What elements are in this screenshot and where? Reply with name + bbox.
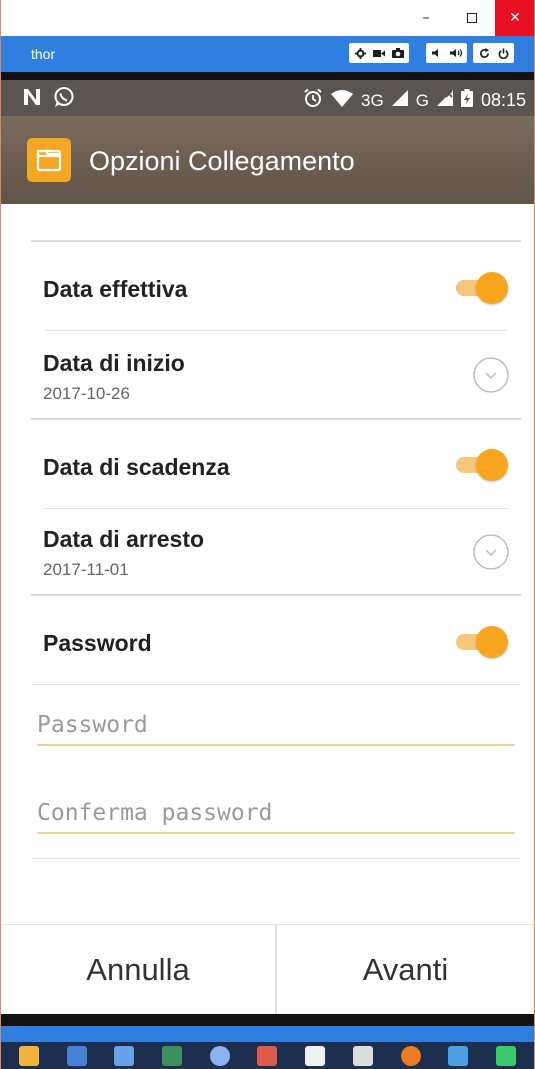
toggle-knob	[476, 449, 508, 481]
stop-date-picker-icon[interactable]	[472, 533, 510, 571]
taskbar-app-icon[interactable]	[400, 1045, 421, 1066]
taskbar-app-icon[interactable]	[496, 1045, 517, 1066]
row-divider	[31, 684, 521, 685]
start-date-picker-icon[interactable]	[472, 356, 510, 394]
camera-icon[interactable]	[390, 46, 406, 60]
password-toggle[interactable]	[456, 626, 508, 658]
stop-date-value: 2017-11-01	[43, 560, 129, 579]
stop-date-label: Data di arresto	[43, 526, 205, 552]
signal-roaming-icon	[436, 90, 453, 111]
close-button[interactable]: ✕	[495, 0, 534, 36]
video-icon[interactable]	[371, 46, 387, 60]
battery-icon	[460, 89, 473, 112]
device-tools-group	[473, 43, 514, 63]
whatsapp-icon	[53, 86, 75, 113]
password-input[interactable]	[37, 712, 515, 746]
taskbar-app-icon[interactable]	[448, 1045, 469, 1066]
minimize-button[interactable]: –	[403, 0, 449, 36]
power-icon[interactable]	[495, 46, 511, 60]
page-title: Opzioni Collegamento	[89, 146, 355, 176]
toggle-knob	[476, 272, 508, 304]
calculator-icon[interactable]	[352, 1045, 373, 1066]
taskbar-app-icon[interactable]	[114, 1045, 135, 1066]
taskbar	[1, 1042, 534, 1069]
expiry-date-label: Data di scadenza	[43, 454, 230, 480]
clock: 08:15	[480, 90, 526, 110]
volume-up-icon[interactable]	[448, 46, 464, 60]
taskbar-app-icon[interactable]	[162, 1045, 183, 1066]
taskbar-app-icon[interactable]	[209, 1045, 230, 1066]
expiry-date-toggle[interactable]	[456, 449, 508, 481]
android-status-bar: 3G G 08:15	[1, 80, 534, 116]
emulator-bezel-top	[1, 72, 534, 80]
window-titlebar: – ✕	[1, 0, 534, 36]
options-form: Data effettiva Data di inizio 2017-10-26…	[1, 204, 534, 924]
toggle-knob	[476, 626, 508, 658]
app-bar: Opzioni Collegamento	[1, 116, 534, 204]
volume-down-icon[interactable]	[429, 46, 445, 60]
emulator-bottom-strip	[1, 1026, 534, 1042]
effective-date-label: Data effettiva	[43, 276, 188, 302]
maximize-icon	[467, 13, 477, 23]
row-divider	[31, 858, 521, 859]
section-divider	[31, 240, 521, 242]
signal-icon	[391, 90, 408, 111]
row-divider	[43, 508, 509, 509]
effective-date-toggle[interactable]	[456, 272, 508, 304]
minimize-icon: –	[422, 10, 430, 26]
folder-icon	[27, 138, 71, 182]
rotate-icon[interactable]	[476, 46, 492, 60]
wifi-icon	[331, 89, 354, 112]
network-type-g: G	[415, 90, 429, 110]
section-divider	[31, 418, 521, 420]
emulator-name: thor	[31, 46, 56, 62]
settings-icon[interactable]	[352, 46, 368, 60]
emulator-toolbar: thor	[1, 36, 534, 72]
notification-icons	[23, 86, 75, 113]
row-divider	[43, 330, 509, 331]
volume-tools-group	[426, 43, 467, 63]
close-icon: ✕	[509, 10, 521, 26]
cancel-button[interactable]: Annulla	[1, 925, 277, 1015]
taskbar-app-icon[interactable]	[66, 1045, 87, 1066]
emulator-bezel-bottom	[1, 1014, 534, 1026]
system-icons: 3G G 08:15	[303, 88, 526, 113]
confirm-password-input[interactable]	[37, 800, 515, 834]
taskbar-app-icon[interactable]	[18, 1045, 39, 1066]
maximize-button[interactable]	[449, 0, 495, 36]
next-button[interactable]: Avanti	[277, 925, 534, 1015]
password-label: Password	[43, 630, 152, 656]
emulator-window: – ✕ thor 3G G 08:15 Opzioni Collegamento…	[0, 0, 535, 1069]
network-type-3g: 3G	[361, 90, 384, 110]
start-date-label: Data di inizio	[43, 350, 185, 376]
emulator-tools-group	[349, 43, 409, 63]
taskbar-app-icon[interactable]	[257, 1045, 278, 1066]
action-bar: Annulla Avanti	[1, 924, 534, 1015]
taskbar-app-icon[interactable]	[305, 1045, 326, 1066]
nfc-n-icon	[23, 88, 41, 111]
start-date-value: 2017-10-26	[43, 384, 130, 403]
alarm-icon	[303, 88, 323, 113]
section-divider	[31, 594, 521, 596]
